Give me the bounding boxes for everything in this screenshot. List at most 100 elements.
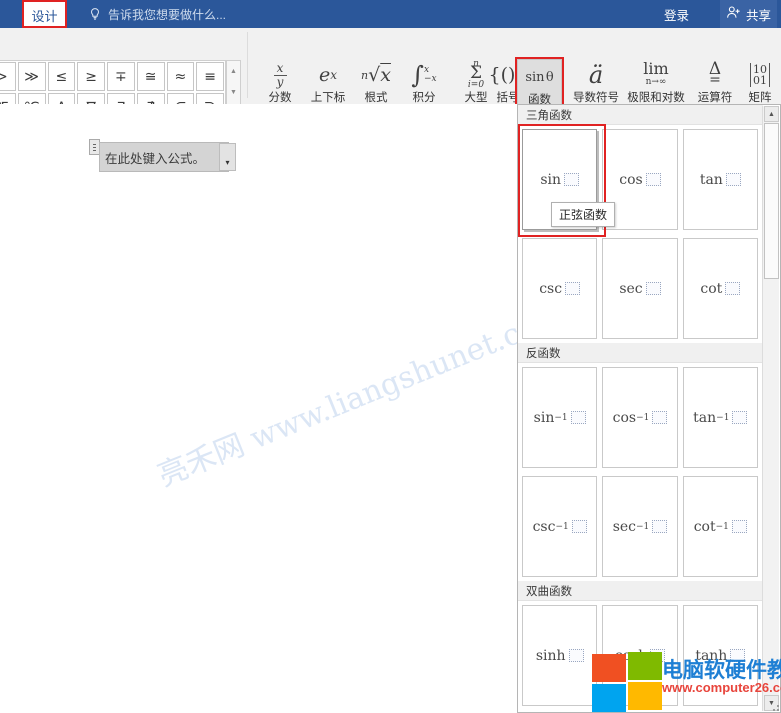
gallery-item-arccot[interactable]: cot −1: [682, 476, 758, 577]
gallery-section-header-trig: 三角函数: [518, 105, 763, 125]
person-add-icon: [726, 5, 741, 23]
gallery-item-label: sinh: [535, 647, 566, 664]
gallery-row: csc −1 sec −1 cot −1: [518, 472, 763, 581]
gallery-item-arccos[interactable]: cos −1: [602, 367, 678, 468]
symbol-cell[interactable]: ∓: [107, 62, 135, 91]
argument-placeholder-icon: [725, 282, 741, 295]
tell-me-placeholder: 告诉我您想要做什么...: [108, 7, 227, 22]
gallery-item-arcsec[interactable]: sec −1: [602, 476, 678, 577]
argument-placeholder-icon: [732, 411, 748, 424]
argument-placeholder-icon: [645, 173, 661, 186]
gallery-item-csc[interactable]: csc: [522, 238, 598, 339]
operator-icon: Δ =: [708, 58, 722, 88]
symbols-row-1: ⊳ ≫ ≤ ≥ ∓ ≅ ≈ ≡: [0, 61, 225, 92]
argument-placeholder-icon: [570, 411, 586, 424]
fraction-icon: xy: [273, 58, 287, 92]
gallery-item-label: cot: [693, 518, 716, 535]
ribbon-separator: [247, 32, 248, 98]
sign-in-button[interactable]: 登录: [664, 0, 689, 28]
function-gallery-list: 三角函数 sin cos tan csc sec cot 反函数 sin −1 …: [518, 105, 763, 712]
argument-placeholder-icon: [564, 173, 579, 186]
gallery-item-tan[interactable]: tan: [682, 129, 758, 230]
resize-grip[interactable]: [769, 701, 779, 711]
symbol-cell[interactable]: ⊳: [0, 62, 16, 91]
function-icon: sin θ: [525, 69, 554, 85]
symbol-cell[interactable]: ≫: [17, 62, 46, 91]
gallery-item-label: sec: [612, 518, 636, 535]
equation-options-button[interactable]: ▾: [219, 143, 236, 171]
argument-placeholder-icon: [652, 520, 668, 533]
tooltip-sine-function: 正弦函数: [551, 202, 616, 227]
gallery-item-label: csc: [532, 518, 556, 535]
scrollbar-thumb[interactable]: [764, 123, 779, 279]
argument-placeholder-icon: [725, 173, 741, 186]
gallery-row: csc sec cot: [518, 234, 763, 343]
gallery-item-superscript: −1: [636, 521, 650, 532]
gallery-item-label: sin: [540, 171, 561, 188]
equation-placeholder-text: 在此处键入公式。: [105, 151, 206, 166]
app-window: 设计 告诉我您想要做什么... 登录 共享 ⊳ ≫ ≤ ≥ ∓ ≅ ≈ ≡ ▲ …: [0, 0, 781, 713]
argument-placeholder-icon: [730, 649, 746, 662]
gallery-item-superscript: −1: [555, 521, 569, 532]
matrix-icon: 10 01: [750, 58, 770, 92]
gallery-item-label: sec: [619, 280, 643, 297]
gallery-item-superscript: −1: [716, 412, 730, 423]
tab-design-label: 设计: [31, 8, 58, 24]
argument-placeholder-icon: [571, 520, 587, 533]
argument-placeholder-icon: [568, 649, 584, 662]
gallery-item-label: tanh: [695, 647, 728, 664]
scroll-down-icon[interactable]: ▼: [227, 82, 240, 102]
gallery-item-label: cot: [700, 280, 723, 297]
scroll-up-icon[interactable]: ▲: [227, 61, 240, 81]
gallery-item-label: sin: [533, 409, 555, 426]
symbol-cell[interactable]: ≥: [77, 62, 105, 91]
scroll-up-icon[interactable]: ▲: [764, 106, 779, 122]
document-canvas[interactable]: 在此处键入公式。 ▾ 亮禾网 www.liangshunet.com: [0, 104, 569, 713]
gallery-item-sinh[interactable]: sinh: [522, 605, 598, 706]
gallery-item-superscript: −1: [554, 412, 568, 423]
gallery-item-label: tan: [693, 409, 717, 426]
gallery-item-label: cos: [619, 171, 643, 188]
symbol-cell[interactable]: ≅: [136, 62, 165, 91]
symbol-cell[interactable]: ≤: [47, 62, 76, 91]
argument-placeholder-icon: [565, 282, 581, 295]
argument-placeholder-icon: [645, 282, 661, 295]
gallery-scrollbar[interactable]: ▲ ▼: [762, 106, 779, 711]
gallery-item-superscript: −1: [715, 521, 729, 532]
gallery-item-label: csc: [539, 280, 563, 297]
gallery-item-cosh[interactable]: cosh: [602, 605, 678, 706]
tab-design[interactable]: 设计: [24, 2, 65, 28]
gallery-item-superscript: −1: [636, 412, 650, 423]
gallery-section-header-inverse: 反函数: [518, 343, 763, 363]
sign-in-label: 登录: [663, 8, 689, 23]
limit-icon: lim n→∞: [643, 58, 669, 87]
chevron-down-icon[interactable]: ▾: [225, 158, 229, 167]
function-dropdown-gallery[interactable]: 三角函数 sin cos tan csc sec cot 反函数 sin −1 …: [517, 104, 781, 713]
accent-icon: ä: [588, 61, 604, 89]
gallery-item-arctan[interactable]: tan −1: [682, 367, 758, 468]
gallery-section-header-hyperbolic: 双曲函数: [518, 581, 763, 601]
gallery-item-arccsc[interactable]: csc −1: [522, 476, 598, 577]
radical-icon: n √ x: [361, 64, 391, 86]
gallery-row: sinh cosh tanh: [518, 601, 763, 710]
gallery-row: sin −1 cos −1 tan −1: [518, 363, 763, 472]
symbol-cell[interactable]: ≈: [166, 62, 195, 91]
equation-placeholder-box[interactable]: 在此处键入公式。: [99, 142, 229, 172]
gallery-item-arcsin[interactable]: sin −1: [522, 367, 598, 468]
argument-placeholder-icon: [650, 649, 666, 662]
argument-placeholder-icon: [731, 520, 747, 533]
share-button[interactable]: 共享: [719, 0, 777, 28]
share-label: 共享: [745, 8, 771, 23]
tell-me-search[interactable]: 告诉我您想要做什么...: [88, 0, 226, 28]
argument-placeholder-icon: [652, 411, 668, 424]
ribbon: ⊳ ≫ ≤ ≥ ∓ ≅ ≈ ≡ ℉ ℃ Δ ∇ ∃ ∄ ∈ ∋ ▲ ▼: [0, 28, 781, 127]
gallery-item-cot[interactable]: cot: [682, 238, 758, 339]
title-bar: 设计 告诉我您想要做什么... 登录 共享: [0, 0, 781, 28]
gallery-item-label: cosh: [614, 647, 648, 664]
site-watermark: 亮禾网 www.liangshunet.com: [152, 298, 569, 494]
symbol-cell[interactable]: ≡: [196, 62, 224, 91]
gallery-item-sec[interactable]: sec: [602, 238, 678, 339]
lightbulb-icon: [88, 7, 102, 21]
gallery-item-label: cos: [612, 409, 637, 426]
gallery-item-tanh[interactable]: tanh: [682, 605, 758, 706]
